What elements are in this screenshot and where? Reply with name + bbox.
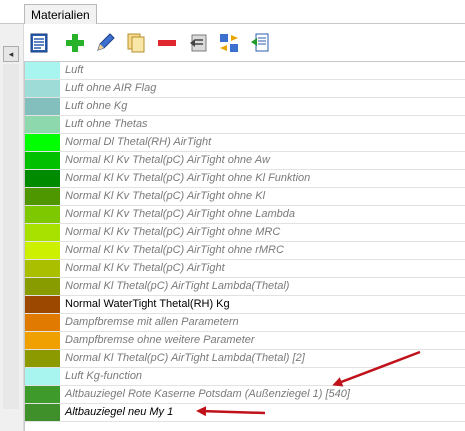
materials-list: Luft Luft ohne AIR Flag Luft ohne Kg Luft o… xyxy=(24,61,465,431)
material-row[interactable]: Normal Dl Thetal(RH) AirTight xyxy=(25,134,465,152)
scroll-left-arrow-icon[interactable]: ◂ xyxy=(3,46,19,62)
material-color-swatch xyxy=(25,98,60,115)
material-label: Normal Kl Thetal(pC) AirTight Lambda(The… xyxy=(65,280,290,292)
material-label: Dampfbremse mit allen Parametern xyxy=(65,316,239,328)
material-row[interactable]: Normal Kl Kv Thetal(pC) AirTight ohne Aw xyxy=(25,152,465,170)
material-row[interactable]: Altbauziegel Rote Kaserne Potsdam (Außen… xyxy=(25,386,465,404)
material-label: Normal Kl Kv Thetal(pC) AirTight xyxy=(65,262,225,274)
material-color-swatch xyxy=(25,152,60,169)
export-icon[interactable] xyxy=(250,32,272,54)
material-row[interactable]: Luft xyxy=(25,62,465,80)
material-row[interactable]: Luft Kg-function xyxy=(25,368,465,386)
material-row[interactable]: Luft ohne AIR Flag xyxy=(25,80,465,98)
copy-pages-icon[interactable] xyxy=(125,32,147,54)
material-color-swatch xyxy=(25,350,60,367)
material-label: Normal WaterTight Thetal(RH) Kg xyxy=(65,298,230,310)
material-label: Normal Kl Kv Thetal(pC) AirTight ohne Aw xyxy=(65,154,270,166)
material-label: Altbauziegel Rote Kaserne Potsdam (Außen… xyxy=(65,388,350,400)
material-row[interactable]: Luft ohne Kg xyxy=(25,98,465,116)
material-row[interactable]: Normal WaterTight Thetal(RH) Kg xyxy=(25,296,465,314)
material-color-swatch xyxy=(25,242,60,259)
material-label: Normal Dl Thetal(RH) AirTight xyxy=(65,136,212,148)
material-row[interactable]: Luft ohne Thetas xyxy=(25,116,465,134)
material-color-swatch xyxy=(25,116,60,133)
material-row[interactable]: Normal Kl Kv Thetal(pC) AirTight ohne Kl… xyxy=(25,170,465,188)
material-label: Altbauziegel neu My 1 xyxy=(65,406,174,418)
left-scrollbar[interactable]: ◂ xyxy=(0,24,24,431)
material-color-swatch xyxy=(25,296,60,313)
material-label: Normal Kl Kv Thetal(pC) AirTight ohne La… xyxy=(65,208,295,220)
material-label: Luft xyxy=(65,64,84,76)
document-list-icon[interactable] xyxy=(28,32,50,54)
material-row[interactable]: Dampfbremse ohne weitere Parameter xyxy=(25,332,465,350)
toolbar xyxy=(24,25,465,61)
material-color-swatch xyxy=(25,206,60,223)
material-color-swatch xyxy=(25,386,60,403)
material-label: Normal Kl Kv Thetal(pC) AirTight ohne rM… xyxy=(65,244,284,256)
material-color-swatch xyxy=(25,224,60,241)
material-label: Normal Kl Thetal(pC) AirTight Lambda(The… xyxy=(65,352,305,364)
import-icon[interactable] xyxy=(188,32,210,54)
edit-pencil-icon[interactable] xyxy=(94,32,116,54)
material-row[interactable]: Normal Kl Kv Thetal(pC) AirTight ohne La… xyxy=(25,206,465,224)
material-row[interactable]: Normal Kl Kv Thetal(pC) AirTight ohne MR… xyxy=(25,224,465,242)
window-title: Materialien xyxy=(24,4,97,24)
material-label: Normal Kl Kv Thetal(pC) AirTight ohne Kl xyxy=(65,190,266,202)
material-row[interactable]: Normal Kl Thetal(pC) AirTight Lambda(The… xyxy=(25,350,465,368)
material-color-swatch xyxy=(25,188,60,205)
material-color-swatch xyxy=(25,80,60,97)
material-color-swatch xyxy=(25,134,60,151)
material-label: Luft ohne Kg xyxy=(65,100,128,112)
material-color-swatch xyxy=(25,62,60,79)
material-row[interactable]: Altbauziegel neu My 1 xyxy=(25,404,465,422)
material-color-swatch xyxy=(25,368,60,385)
remove-minus-icon[interactable] xyxy=(156,32,178,54)
swap-icon[interactable] xyxy=(218,32,240,54)
material-row[interactable]: Normal Kl Thetal(pC) AirTight Lambda(The… xyxy=(25,278,465,296)
material-label: Dampfbremse ohne weitere Parameter xyxy=(65,334,255,346)
material-row[interactable]: Normal Kl Kv Thetal(pC) AirTight ohne Kl xyxy=(25,188,465,206)
material-row[interactable]: Normal Kl Kv Thetal(pC) AirTight xyxy=(25,260,465,278)
material-label: Luft ohne Thetas xyxy=(65,118,148,130)
material-color-swatch xyxy=(25,404,60,421)
material-color-swatch xyxy=(25,314,60,331)
material-label: Luft Kg-function xyxy=(65,370,143,382)
material-row[interactable]: Normal Kl Kv Thetal(pC) AirTight ohne rM… xyxy=(25,242,465,260)
material-label: Luft ohne AIR Flag xyxy=(65,82,157,94)
material-color-swatch xyxy=(25,260,60,277)
material-label: Normal Kl Kv Thetal(pC) AirTight ohne Kl… xyxy=(65,172,311,184)
material-color-swatch xyxy=(25,332,60,349)
window-titlebar: Materialien xyxy=(0,0,465,24)
material-label: Normal Kl Kv Thetal(pC) AirTight ohne MR… xyxy=(65,226,281,238)
material-row[interactable]: Dampfbremse mit allen Parametern xyxy=(25,314,465,332)
material-color-swatch xyxy=(25,278,60,295)
material-color-swatch xyxy=(25,170,60,187)
scroll-track[interactable] xyxy=(3,64,19,409)
add-plus-icon[interactable] xyxy=(64,32,86,54)
